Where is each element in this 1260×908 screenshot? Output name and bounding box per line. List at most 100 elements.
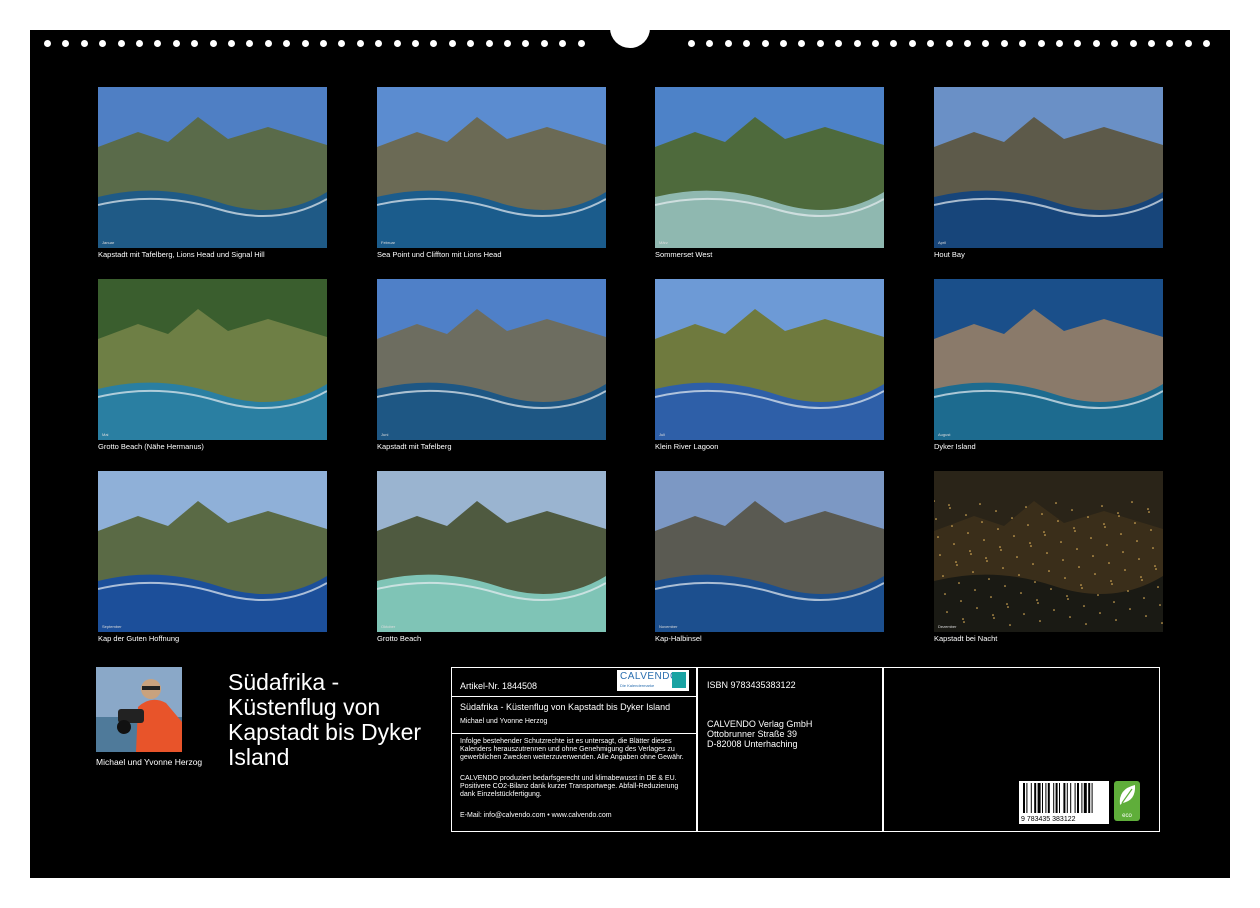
binding-hole bbox=[136, 40, 143, 47]
month-label: Oktober bbox=[381, 624, 396, 629]
month-label: Dezember bbox=[938, 624, 957, 629]
binding-hole bbox=[1203, 40, 1211, 47]
binding-hole bbox=[724, 40, 732, 47]
binding-hole bbox=[743, 40, 751, 47]
binding-hole bbox=[209, 40, 217, 47]
binding-hole bbox=[798, 40, 806, 47]
binding-hole bbox=[577, 40, 585, 47]
binding-hole bbox=[816, 40, 824, 47]
barcode-digits: 9 783435 383122 bbox=[1021, 816, 1076, 823]
binding-hole bbox=[890, 40, 898, 47]
binding-hole bbox=[62, 40, 70, 47]
month-label: April bbox=[938, 240, 947, 245]
binding-hole bbox=[761, 40, 769, 47]
binding-hole bbox=[393, 40, 401, 47]
month-label: September bbox=[102, 624, 122, 629]
month-label: März bbox=[659, 240, 668, 245]
binding-hole bbox=[853, 40, 861, 47]
month-label: Februar bbox=[381, 240, 396, 245]
binding-hole bbox=[485, 40, 493, 47]
binding-hole bbox=[1000, 40, 1008, 47]
month-photo: Mai bbox=[98, 279, 327, 440]
binding-hole bbox=[338, 40, 346, 47]
month-photo: Juli bbox=[655, 279, 884, 440]
month-caption: Dyker Island bbox=[934, 442, 976, 451]
month-photo: Juni bbox=[377, 279, 606, 440]
binding-hole bbox=[1056, 40, 1063, 47]
month-photo: März bbox=[655, 87, 884, 248]
month-label: Juli bbox=[659, 432, 666, 437]
binding-hole bbox=[945, 40, 953, 47]
publisher-name: CALVENDO Verlag GmbH bbox=[707, 719, 813, 729]
leaf-icon bbox=[1119, 785, 1136, 805]
binding-hole bbox=[522, 40, 530, 47]
binding-hole bbox=[1019, 40, 1027, 47]
binding-hole bbox=[172, 40, 180, 47]
month-caption: Sommerset West bbox=[655, 250, 713, 259]
month-label: August bbox=[938, 432, 951, 437]
info-box-middle bbox=[696, 667, 884, 832]
binding-hole bbox=[872, 40, 879, 47]
logo-text: CALVENDO bbox=[620, 671, 679, 682]
binding-hole bbox=[982, 40, 990, 47]
binding-hole bbox=[117, 40, 125, 47]
binding-hole bbox=[835, 40, 843, 47]
binding-hole bbox=[44, 40, 51, 47]
binding-hole bbox=[504, 40, 511, 47]
binding-hole bbox=[80, 40, 88, 47]
binding-hole bbox=[1148, 40, 1155, 47]
binding-hole bbox=[964, 40, 971, 47]
binding-hole bbox=[356, 40, 364, 47]
binding-hole bbox=[1166, 40, 1174, 47]
month-caption: Kapstadt mit Tafelberg bbox=[377, 442, 452, 451]
binding-hole bbox=[927, 40, 935, 47]
binding-hole bbox=[540, 40, 548, 47]
month-photo: Februar bbox=[377, 87, 606, 248]
binding-hole bbox=[191, 40, 199, 47]
binding-hole bbox=[412, 40, 419, 47]
binding-hole bbox=[375, 40, 383, 47]
binding-hole bbox=[1092, 40, 1100, 47]
binding-hole bbox=[228, 40, 235, 47]
month-label: November bbox=[659, 624, 678, 629]
month-caption: Grotto Beach bbox=[377, 634, 422, 643]
binding-hole bbox=[908, 40, 916, 47]
month-label: Januar bbox=[102, 240, 115, 245]
binding-hole bbox=[448, 40, 456, 47]
binding-hole bbox=[1074, 40, 1082, 47]
barcode: 9 783435 383122 bbox=[1019, 781, 1109, 824]
binding-hole bbox=[430, 40, 438, 47]
month-label: Mai bbox=[102, 432, 109, 437]
month-photo: September bbox=[98, 471, 327, 632]
month-caption: Kapstadt mit Tafelberg, Lions Head und S… bbox=[98, 250, 265, 259]
logo-sub: Die Kalendermarke bbox=[620, 683, 655, 688]
month-photo: April bbox=[934, 87, 1163, 248]
month-caption: Grotto Beach (Nähe Hermanus) bbox=[98, 442, 204, 451]
month-photo: Oktober bbox=[377, 471, 606, 632]
binding-hole bbox=[780, 40, 787, 47]
month-caption: Kap-Halbinsel bbox=[655, 634, 702, 643]
binding-hole bbox=[1037, 40, 1045, 47]
subtitle: Südafrika - Küstenflug von Kapstadt bis … bbox=[460, 702, 671, 712]
author-photo bbox=[96, 667, 182, 752]
binding-hole bbox=[264, 40, 272, 47]
author-small: Michael und Yvonne Herzog bbox=[460, 718, 548, 725]
legal-text-1: Infolge bestehender Schutzrechte ist es … bbox=[460, 738, 684, 761]
binding-hole bbox=[320, 40, 327, 47]
calvendo-logo: CALVENDO Die Kalendermarke bbox=[617, 670, 689, 691]
binding-hole bbox=[301, 40, 309, 47]
eco-label: eco bbox=[1122, 813, 1132, 819]
month-caption: Kap der Guten Hoffnung bbox=[98, 634, 180, 643]
binding-hole bbox=[1111, 40, 1119, 47]
binding-hole bbox=[283, 40, 291, 47]
binding-hole bbox=[559, 40, 567, 47]
month-caption: Sea Point und Cliffton mit Lions Head bbox=[377, 250, 502, 259]
binding-hole bbox=[467, 40, 475, 47]
eco-badge: eco bbox=[1114, 781, 1140, 821]
binding-hole bbox=[688, 40, 695, 47]
calendar-back-page: Januar Kapstadt mit Tafelberg, Lions Head… bbox=[30, 28, 1230, 878]
month-caption: Klein River Lagoon bbox=[655, 442, 719, 451]
publisher-city: D-82008 Unterhaching bbox=[707, 739, 798, 749]
binding-hole bbox=[246, 40, 254, 47]
contact-line: E-Mail: info@calvendo.com • www.calvendo… bbox=[460, 812, 612, 819]
